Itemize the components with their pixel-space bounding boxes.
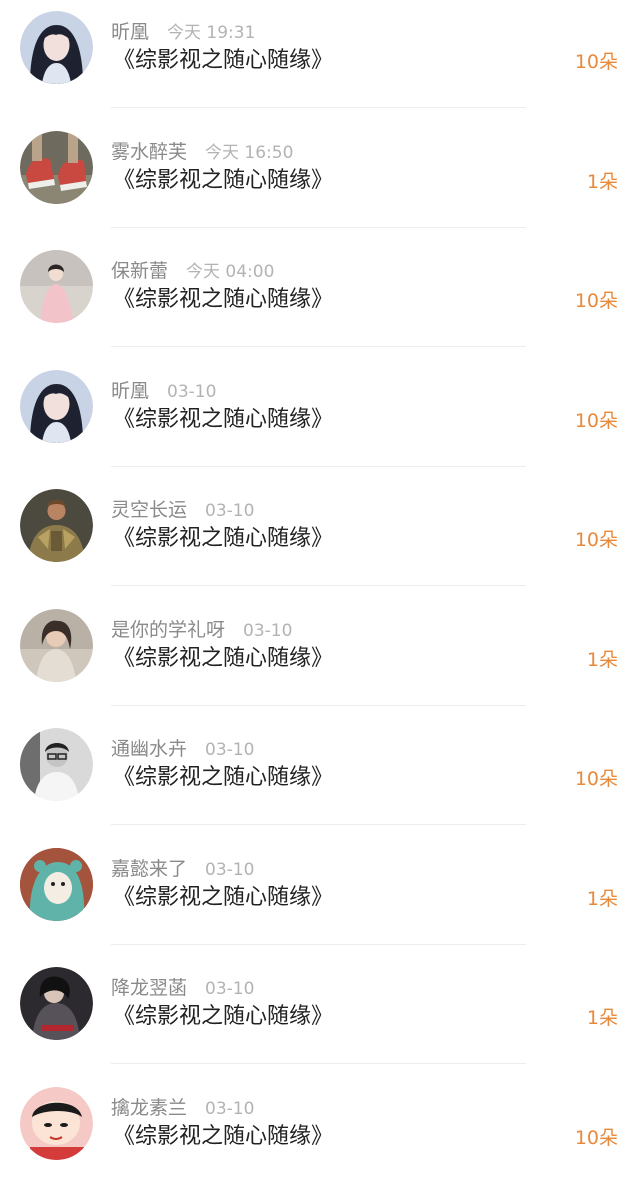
flower-count: 1朵 xyxy=(587,168,618,196)
flower-count: 1朵 xyxy=(587,885,618,913)
sender-meta: 嘉懿来了 03-10 xyxy=(111,856,254,882)
username[interactable]: 昕凰 xyxy=(111,21,149,43)
sender-meta: 擒龙素兰 03-10 xyxy=(111,1095,254,1121)
row-divider xyxy=(111,585,526,586)
timestamp: 03-10 xyxy=(205,1099,254,1119)
flower-count: 10朵 xyxy=(575,1124,618,1152)
book-title: 《综影视之随心随缘》 xyxy=(113,1002,333,1032)
username[interactable]: 降龙翌菡 xyxy=(111,977,187,999)
timestamp: 03-10 xyxy=(205,740,254,760)
armored-warrior-avatar[interactable] xyxy=(20,489,93,562)
username[interactable]: 嘉懿来了 xyxy=(111,858,187,880)
man-glasses-avatar[interactable] xyxy=(20,728,93,801)
timestamp: 03-10 xyxy=(205,501,254,521)
sender-meta: 雾水醉芙今天 16:50 xyxy=(111,139,293,165)
timestamp: 今天 19:31 xyxy=(167,23,255,43)
book-title: 《综影视之随心随缘》 xyxy=(113,763,333,793)
username[interactable]: 擒龙素兰 xyxy=(111,1097,187,1119)
girl-dark-hair-avatar[interactable] xyxy=(20,11,93,84)
username[interactable]: 灵空长运 xyxy=(111,499,187,521)
row-divider xyxy=(111,227,526,228)
list-item[interactable]: 通幽水卉 03-10 《综影视之随心随缘》 10朵 xyxy=(0,717,640,837)
book-title: 《综影视之随心随缘》 xyxy=(113,46,333,76)
sender-meta: 昕凰今天 19:31 xyxy=(111,19,255,45)
cartoon-boy-avatar[interactable] xyxy=(20,1087,93,1160)
sender-meta: 保新蕾今天 04:00 xyxy=(111,258,274,284)
row-divider xyxy=(111,824,526,825)
list-item[interactable]: 保新蕾今天 04:00 《综影视之随心随缘》 10朵 xyxy=(0,239,640,359)
book-title: 《综影视之随心随缘》 xyxy=(113,644,333,674)
row-divider xyxy=(111,1063,526,1064)
timestamp: 03-10 xyxy=(167,382,216,402)
sender-meta: 昕凰 03-10 xyxy=(111,378,216,404)
flower-count: 10朵 xyxy=(575,765,618,793)
row-divider xyxy=(111,107,526,108)
dark-portrait-avatar[interactable] xyxy=(20,967,93,1040)
row-divider xyxy=(111,346,526,347)
book-title: 《综影视之随心随缘》 xyxy=(113,524,333,554)
username[interactable]: 是你的学礼呀 xyxy=(111,619,225,641)
book-title: 《综影视之随心随缘》 xyxy=(113,883,333,913)
sender-meta: 灵空长运 03-10 xyxy=(111,497,254,523)
book-title: 《综影视之随心随缘》 xyxy=(113,405,333,435)
flower-count: 10朵 xyxy=(575,526,618,554)
sender-meta: 降龙翌菡 03-10 xyxy=(111,975,254,1001)
username[interactable]: 雾水醉芙 xyxy=(111,141,187,163)
girl-pink-dress-avatar[interactable] xyxy=(20,250,93,323)
timestamp: 今天 04:00 xyxy=(186,262,274,282)
timestamp: 03-10 xyxy=(205,979,254,999)
row-divider xyxy=(111,466,526,467)
row-divider xyxy=(111,705,526,706)
sender-meta: 是你的学礼呀 03-10 xyxy=(111,617,292,643)
list-item[interactable]: 雾水醉芙今天 16:50 《综影视之随心随缘》 1朵 xyxy=(0,120,640,240)
username[interactable]: 保新蕾 xyxy=(111,260,168,282)
book-title: 《综影视之随心随缘》 xyxy=(113,166,333,196)
list-item[interactable]: 擒龙素兰 03-10 《综影视之随心随缘》 10朵 xyxy=(0,1076,640,1195)
username[interactable]: 通幽水卉 xyxy=(111,738,187,760)
row-divider xyxy=(111,944,526,945)
flower-count: 10朵 xyxy=(575,48,618,76)
gift-record-list: 昕凰今天 19:31 《综影视之随心随缘》 10朵 雾水醉芙今天 16:50 《… xyxy=(0,0,640,1157)
timestamp: 03-10 xyxy=(243,621,292,641)
list-item[interactable]: 灵空长运 03-10 《综影视之随心随缘》 10朵 xyxy=(0,478,640,598)
list-item[interactable]: 昕凰 03-10 《综影视之随心随缘》 10朵 xyxy=(0,359,640,479)
sender-meta: 通幽水卉 03-10 xyxy=(111,736,254,762)
girl-dark-hair-avatar[interactable] xyxy=(20,370,93,443)
flower-count: 1朵 xyxy=(587,646,618,674)
timestamp: 今天 16:50 xyxy=(205,143,293,163)
timestamp: 03-10 xyxy=(205,860,254,880)
book-title: 《综影视之随心随缘》 xyxy=(113,1122,333,1152)
username[interactable]: 昕凰 xyxy=(111,380,149,402)
flower-count: 10朵 xyxy=(575,287,618,315)
flower-count: 1朵 xyxy=(587,1004,618,1032)
flower-count: 10朵 xyxy=(575,407,618,435)
list-item[interactable]: 是你的学礼呀 03-10 《综影视之随心随缘》 1朵 xyxy=(0,598,640,718)
list-item[interactable]: 昕凰今天 19:31 《综影视之随心随缘》 10朵 xyxy=(0,0,640,120)
list-item[interactable]: 嘉懿来了 03-10 《综影视之随心随缘》 1朵 xyxy=(0,837,640,957)
red-sneakers-avatar[interactable] xyxy=(20,131,93,204)
green-hood-cartoon-avatar[interactable] xyxy=(20,848,93,921)
list-item[interactable]: 降龙翌菡 03-10 《综影视之随心随缘》 1朵 xyxy=(0,956,640,1076)
girl-sketch-avatar[interactable] xyxy=(20,609,93,682)
book-title: 《综影视之随心随缘》 xyxy=(113,285,333,315)
